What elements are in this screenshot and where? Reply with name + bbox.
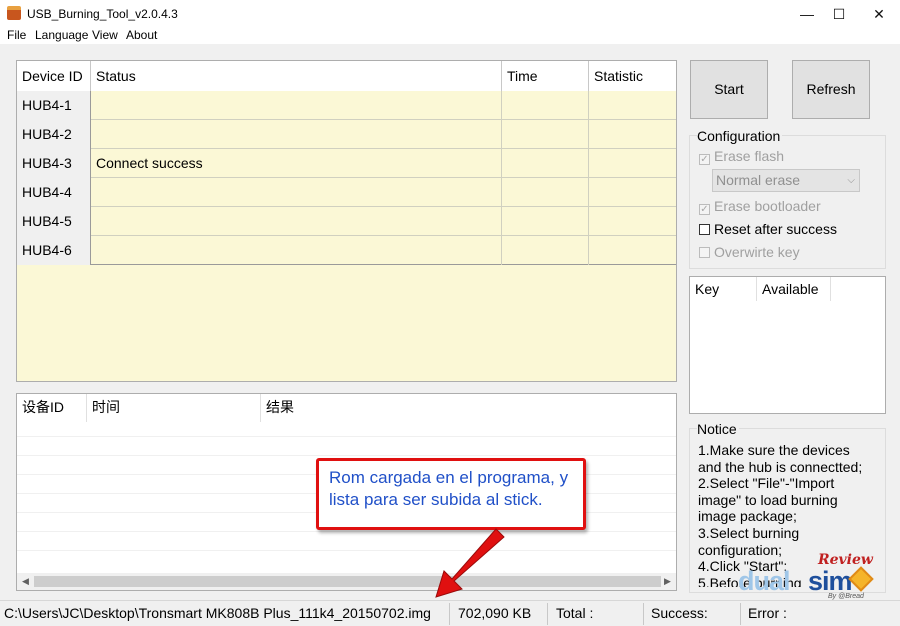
statistic-cell xyxy=(589,178,676,207)
sim-card-icon xyxy=(848,566,874,592)
scroll-left-icon[interactable]: ◀ xyxy=(17,574,34,589)
close-button[interactable]: ✕ xyxy=(856,0,900,28)
notice-line: 1.Make sure the devices and the hub is c… xyxy=(698,442,863,475)
device-id-cell: HUB4-1 xyxy=(17,91,91,120)
watermark-brand-light: dual xyxy=(738,566,791,596)
device-id-cell: HUB4-4 xyxy=(17,178,91,207)
time-cell xyxy=(502,236,589,265)
error-label: Error : xyxy=(748,605,787,621)
total-label: Total : xyxy=(556,605,594,621)
table-row[interactable]: HUB4-6 xyxy=(17,236,676,265)
column-statistic[interactable]: Statistic xyxy=(589,61,676,91)
column-log-result[interactable]: 结果 xyxy=(261,394,676,422)
table-row[interactable]: HUB4-1 xyxy=(17,91,676,120)
chevron-down-icon: ⌵ xyxy=(847,175,855,186)
column-status[interactable]: Status xyxy=(91,61,502,91)
status-cell xyxy=(91,120,502,149)
reset-after-success-checkbox[interactable]: Reset after success xyxy=(699,220,837,238)
overwrite-key-label: Overwirte key xyxy=(714,244,800,260)
column-log-device-id[interactable]: 设备ID xyxy=(17,394,87,422)
statistic-cell xyxy=(589,207,676,236)
erase-flash-checkbox[interactable]: Erase flash xyxy=(699,147,784,165)
erase-flash-label: Erase flash xyxy=(714,148,785,164)
menu-about[interactable]: About xyxy=(126,28,157,44)
device-id-cell: HUB4-5 xyxy=(17,207,91,236)
log-row-divider xyxy=(17,531,676,532)
status-cell xyxy=(91,207,502,236)
erase-bootloader-label: Erase bootloader xyxy=(714,198,821,214)
window-title: USB_Burning_Tool_v2.0.4.3 xyxy=(27,7,178,21)
image-size: 702,090 KB xyxy=(458,605,532,621)
status-cell: Connect success xyxy=(91,149,502,178)
status-divider xyxy=(547,603,548,625)
device-id-cell: HUB4-2 xyxy=(17,120,91,149)
column-time[interactable]: Time xyxy=(502,61,589,91)
time-cell xyxy=(502,178,589,207)
app-icon xyxy=(7,6,21,20)
notice-label: Notice xyxy=(697,421,739,437)
device-id-cell: HUB4-3 xyxy=(17,149,91,178)
status-divider xyxy=(449,603,450,625)
column-log-time[interactable]: 时间 xyxy=(87,394,261,422)
erase-mode-value: Normal erase xyxy=(716,172,801,188)
menu-language[interactable]: Language xyxy=(35,28,88,44)
table-row[interactable]: HUB4-5 xyxy=(17,207,676,236)
checkbox-icon xyxy=(699,247,710,258)
time-cell xyxy=(502,120,589,149)
title-bar: USB_Burning_Tool_v2.0.4.3 — ☐ ✕ xyxy=(0,0,900,28)
image-path: C:\Users\JC\Desktop\Tronsmart MK808B Plu… xyxy=(4,605,431,621)
statistic-cell xyxy=(589,236,676,265)
status-cell xyxy=(91,91,502,120)
column-device-id[interactable]: Device ID xyxy=(17,61,91,91)
log-row-divider xyxy=(17,436,676,437)
annotation-arrow-icon xyxy=(435,528,505,598)
scroll-right-icon[interactable]: ▶ xyxy=(659,574,676,589)
device-table-header: Device ID Status Time Statistic xyxy=(17,61,676,91)
status-cell xyxy=(91,236,502,265)
menu-bar: File Language View About xyxy=(0,28,900,44)
configuration-label: Configuration xyxy=(697,128,783,144)
annotation-callout: Rom cargada en el programa, y lista para… xyxy=(316,458,586,530)
start-button[interactable]: Start xyxy=(690,60,768,119)
column-key[interactable]: Key xyxy=(690,277,757,301)
erase-mode-select[interactable]: Normal erase ⌵ xyxy=(712,169,860,192)
horizontal-scrollbar[interactable]: ◀ ▶ xyxy=(17,573,676,590)
column-available[interactable]: Available xyxy=(757,277,831,301)
notice-line: 2.Select "File"-"Import image" to load b… xyxy=(698,475,838,525)
refresh-button[interactable]: Refresh xyxy=(792,60,870,119)
overwrite-key-checkbox[interactable]: Overwirte key xyxy=(699,243,800,261)
checkbox-checked-icon xyxy=(699,204,710,215)
success-label: Success: xyxy=(651,605,708,621)
statistic-cell xyxy=(589,149,676,178)
checkbox-icon xyxy=(699,224,710,235)
reset-after-success-label: Reset after success xyxy=(714,221,837,237)
erase-bootloader-checkbox[interactable]: Erase bootloader xyxy=(699,197,821,215)
watermark-byline: By @Bread xyxy=(828,593,864,600)
menu-view[interactable]: View xyxy=(92,28,118,44)
statistic-cell xyxy=(589,91,676,120)
time-cell xyxy=(502,91,589,120)
status-divider xyxy=(740,603,741,625)
status-divider xyxy=(643,603,644,625)
table-row[interactable]: HUB4-4 xyxy=(17,178,676,207)
table-row[interactable]: HUB4-2 xyxy=(17,120,676,149)
menu-file[interactable]: File xyxy=(7,28,26,44)
table-row[interactable]: HUB4-3 Connect success xyxy=(17,149,676,178)
scrollbar-thumb[interactable] xyxy=(34,576,661,587)
statistic-cell xyxy=(589,120,676,149)
log-row-divider xyxy=(17,455,676,456)
time-cell xyxy=(502,149,589,178)
checkbox-checked-icon xyxy=(699,154,710,165)
dualsim-review-watermark: Review dual sim By @Bread xyxy=(736,552,886,600)
device-table: Device ID Status Time Statistic HUB4-1 H… xyxy=(16,60,677,382)
log-row-divider xyxy=(17,550,676,551)
device-id-cell: HUB4-6 xyxy=(17,236,91,265)
status-cell xyxy=(91,178,502,207)
key-table: Key Available xyxy=(689,276,886,414)
time-cell xyxy=(502,207,589,236)
